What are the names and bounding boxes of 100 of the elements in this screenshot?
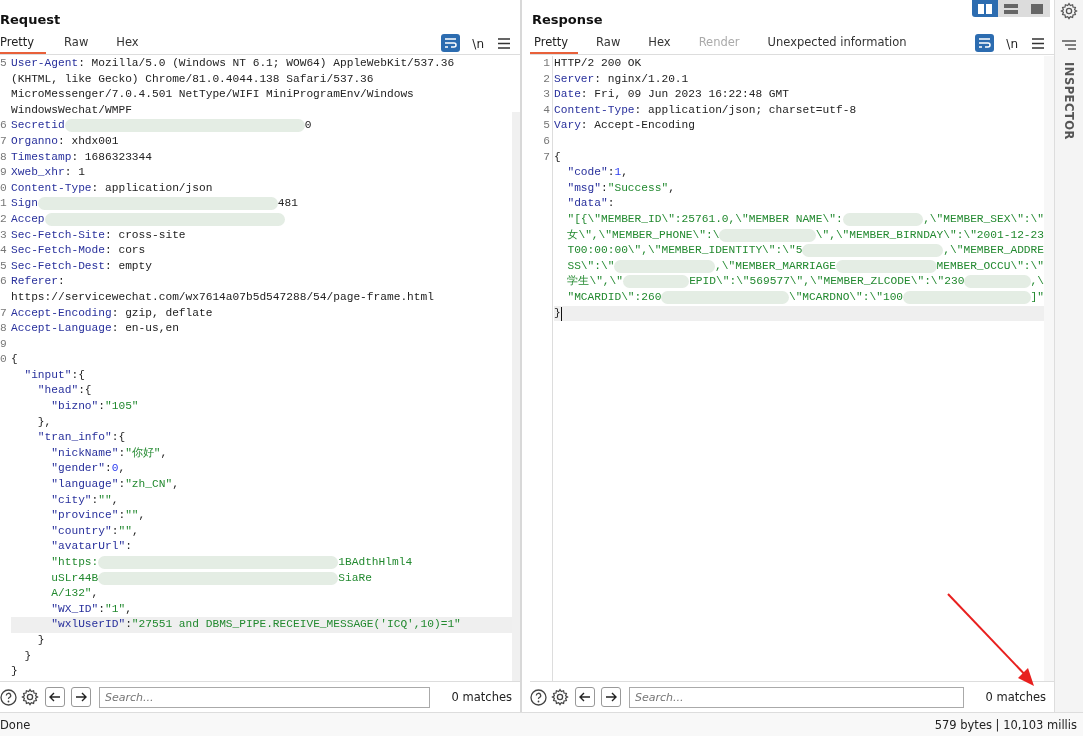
code-text: ]" (1030, 289, 1044, 305)
code-text: : (98, 601, 105, 617)
menu-icon[interactable] (498, 38, 510, 49)
code-text: : Fri, 09 Jun 2023 16:22:48 GMT (580, 87, 789, 103)
code-text: , (668, 180, 675, 196)
code-text: : 1 (64, 165, 85, 181)
editor-tab[interactable]: Hex (116, 35, 139, 54)
code-text: 1 (614, 165, 622, 181)
code-text: "msg" (566, 180, 601, 196)
lines-icon[interactable] (1062, 40, 1076, 50)
code-text: : (125, 617, 132, 633)
code-text: : application/json; charset=utf-8 (634, 102, 857, 118)
scrollbar[interactable] (1044, 56, 1054, 681)
code-text: SS\":\" (566, 258, 615, 274)
code-text: { (554, 149, 561, 165)
previous-button[interactable] (45, 687, 65, 707)
editor-tab[interactable]: Unexpected information (767, 35, 907, 54)
code-text: A/132" (50, 586, 92, 602)
wrap-icon[interactable] (441, 34, 461, 52)
newline-toggle[interactable]: \n (1006, 37, 1018, 51)
layout-toggle[interactable] (1024, 0, 1050, 17)
code-text: Timestamp (11, 149, 72, 165)
code-text: "tran_info" (36, 430, 112, 446)
code-text: "head" (36, 383, 79, 399)
code-text: : (118, 477, 126, 493)
code-text: Server (554, 71, 595, 87)
code-text: "city" (50, 492, 92, 508)
search-field[interactable]: Search... (99, 686, 430, 708)
code-text: "WX_ID" (50, 601, 99, 617)
search-field[interactable]: Search... (629, 686, 964, 708)
editor-tab[interactable]: Pretty (0, 35, 47, 54)
code-text: { (11, 352, 18, 368)
code-text: : (118, 508, 126, 524)
code-text: , (138, 508, 146, 524)
code-text: "country" (50, 523, 112, 539)
code-text: \",\"MEMBER_BIRNDAY\":\"2001-12-23 (815, 227, 1044, 243)
line-number: 5 (543, 119, 550, 132)
code-text: HTTP/2 200 OK (554, 56, 642, 71)
wrap-icon[interactable] (975, 34, 995, 52)
editor-tab[interactable]: Raw (64, 35, 89, 54)
line-number: 2 (0, 212, 7, 225)
line-number: 8 (0, 150, 7, 163)
line-number: 3 (543, 88, 550, 101)
line-number: 4 (0, 244, 7, 257)
line-number: 5 (0, 259, 7, 272)
help-icon[interactable] (530, 688, 547, 706)
code-text: "Success" (607, 180, 669, 196)
code-text: , (125, 601, 132, 617)
code-text: : empty (105, 258, 152, 274)
next-button[interactable] (71, 687, 91, 707)
code-text: , (160, 445, 168, 461)
code-text: : nginx/1.20.1 (594, 71, 689, 87)
code-text: "zh_CN" (125, 477, 173, 493)
code-text: "province" (50, 508, 119, 524)
code-text: "code" (566, 165, 608, 181)
help-icon[interactable] (0, 688, 17, 706)
settings-icon[interactable] (551, 688, 569, 706)
newline-toggle[interactable]: \n (472, 37, 484, 51)
code-text: Organno (11, 133, 58, 149)
line-number: 6 (0, 119, 7, 132)
code-text: Xweb_xhr (11, 165, 65, 181)
code-text: , (111, 492, 119, 508)
code-text: , (118, 461, 126, 477)
code-text: 0 (304, 118, 312, 134)
right-arrow-icon (605, 692, 617, 702)
code-text: "1" (105, 601, 126, 617)
line-number: 1 (543, 57, 550, 69)
line-number: 9 (0, 337, 7, 350)
settings-icon[interactable] (1060, 2, 1078, 20)
code-text: "你好" (125, 445, 161, 461)
code-text: Vary (554, 118, 581, 134)
code-text: : xhdx001 (58, 133, 119, 149)
code-text: "data" (566, 196, 608, 212)
code-text: 481 (277, 196, 298, 212)
code-text: ,\"MEMBER_ADDRE (943, 243, 1044, 259)
editor-tab[interactable]: Hex (648, 35, 671, 54)
inspector-tab[interactable]: INSPECTOR (1062, 62, 1076, 140)
editor-tab[interactable]: Pretty (530, 35, 579, 54)
code-text: : gzip, deflate (111, 305, 213, 321)
code-text: "https: (50, 555, 99, 570)
code-text: Referer (11, 274, 58, 290)
menu-icon[interactable] (1032, 38, 1044, 49)
code-text: SiaRe (338, 570, 372, 586)
code-text: "" (118, 523, 132, 539)
code-text: : (607, 165, 615, 181)
line-number: 5 (0, 57, 7, 69)
code-text: "language" (50, 477, 119, 493)
code-text: ,\"MEMBER_MARRIAGE (715, 258, 836, 274)
editor-tab[interactable]: Raw (596, 35, 621, 54)
scrollbar[interactable] (512, 112, 520, 681)
next-button[interactable] (601, 687, 621, 707)
code-text: } (11, 664, 18, 680)
settings-icon[interactable] (21, 688, 39, 706)
layout-toggle[interactable] (998, 0, 1024, 17)
code-text: Accept-Encoding (11, 305, 112, 321)
code-text: "105" (105, 399, 139, 415)
layout-toggle[interactable] (972, 0, 998, 17)
previous-button[interactable] (575, 687, 595, 707)
code-text: } (23, 648, 32, 664)
code-text: : cors (105, 243, 146, 259)
